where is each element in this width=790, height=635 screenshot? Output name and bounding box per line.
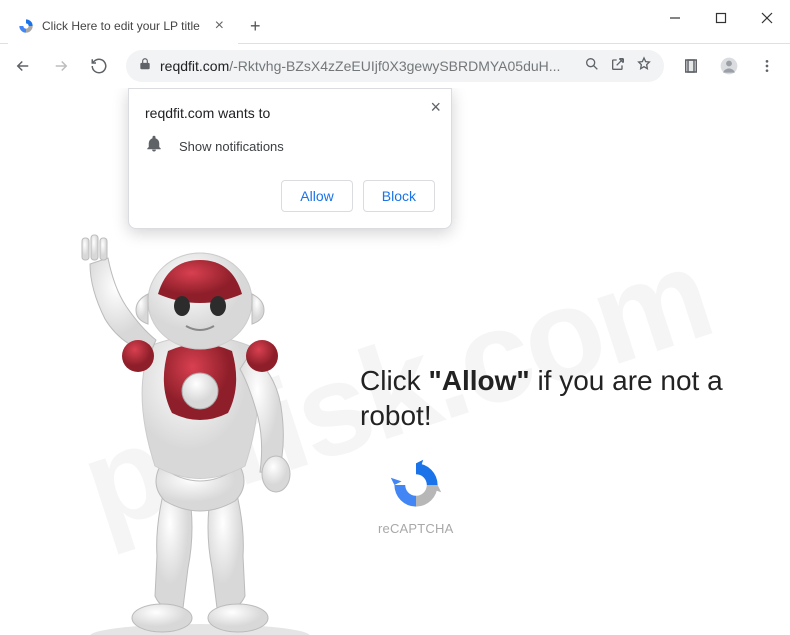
robot-illustration — [50, 216, 350, 635]
block-button[interactable]: Block — [363, 180, 435, 212]
menu-icon[interactable] — [750, 49, 784, 83]
reload-button[interactable] — [82, 49, 116, 83]
tab-title: Click Here to edit your LP title — [42, 19, 211, 33]
recaptcha-badge: reCAPTCHA — [378, 458, 453, 536]
reading-list-icon[interactable] — [674, 49, 708, 83]
forward-button[interactable] — [44, 49, 78, 83]
tab-close-button[interactable]: × — [211, 17, 228, 35]
profile-icon[interactable] — [712, 49, 746, 83]
url-text: reqdfit.com/-Rktvhg-BZsX4zZeEUIjf0X3gewy… — [160, 58, 578, 74]
close-window-button[interactable] — [744, 0, 790, 36]
share-icon[interactable] — [610, 56, 626, 77]
back-button[interactable] — [6, 49, 40, 83]
popup-permission-text: Show notifications — [179, 139, 284, 154]
recaptcha-label: reCAPTCHA — [378, 521, 453, 536]
window-controls — [652, 0, 790, 36]
bookmark-star-icon[interactable] — [636, 56, 652, 77]
page-content: pcrisk.com — [0, 88, 790, 635]
recaptcha-icon — [389, 458, 443, 517]
popup-close-button[interactable]: × — [430, 97, 441, 118]
minimize-button[interactable] — [652, 0, 698, 36]
browser-tab[interactable]: Click Here to edit your LP title × — [8, 8, 238, 44]
lock-icon — [138, 57, 152, 76]
toolbar: reqdfit.com/-Rktvhg-BZsX4zZeEUIjf0X3gewy… — [0, 44, 790, 88]
allow-button[interactable]: Allow — [281, 180, 352, 212]
titlebar: Click Here to edit your LP title × + — [0, 0, 790, 44]
address-bar[interactable]: reqdfit.com/-Rktvhg-BZsX4zZeEUIjf0X3gewy… — [126, 50, 664, 82]
bell-icon — [145, 135, 163, 158]
search-icon[interactable] — [584, 56, 600, 77]
favicon-recaptcha-icon — [18, 18, 34, 34]
notification-permission-popup: × reqdfit.com wants to Show notification… — [128, 88, 452, 229]
popup-title: reqdfit.com wants to — [145, 105, 435, 121]
maximize-button[interactable] — [698, 0, 744, 36]
headline-text: Click "Allow" if you are not a robot! — [360, 363, 750, 433]
new-tab-button[interactable]: + — [238, 8, 273, 45]
